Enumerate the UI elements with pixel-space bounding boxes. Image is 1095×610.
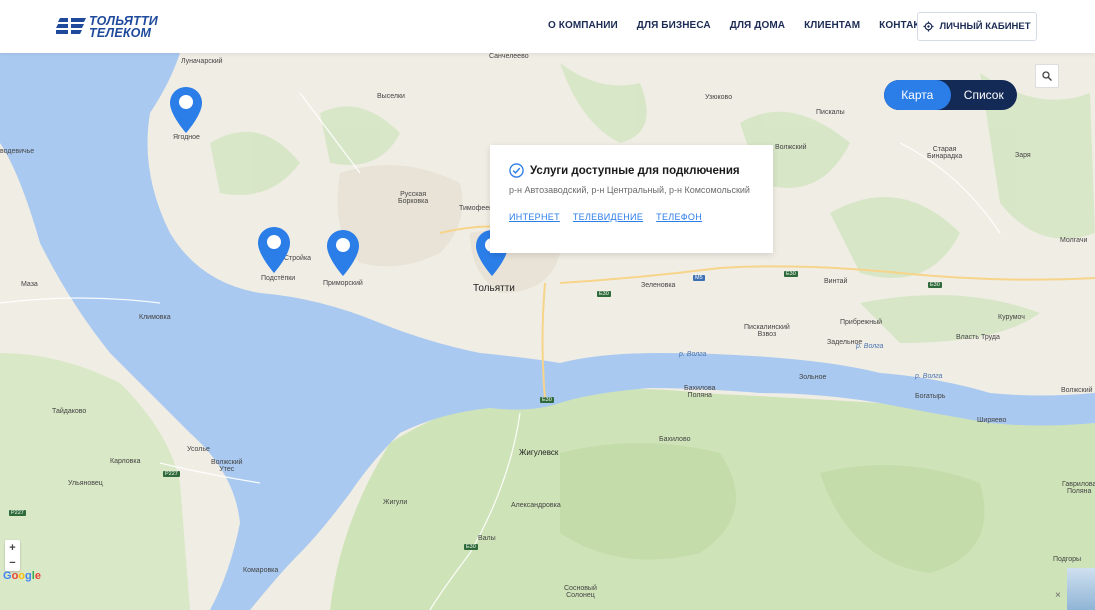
place-label: Пискалы <box>816 109 845 116</box>
place-label: Подгоры <box>1053 556 1082 563</box>
road-shield: E30 <box>464 544 478 550</box>
place-label: Сосновый Солонец <box>564 585 597 599</box>
river-label: р. Волга <box>679 351 707 358</box>
place-label: Карловка <box>110 458 141 465</box>
city-label: Тольятти <box>473 283 515 294</box>
nav-business[interactable]: ДЛЯ БИЗНЕСА <box>637 20 711 31</box>
logo-text: ТОЛЬЯТТИ ТЕЛЕКОМ <box>89 15 158 40</box>
logo-icon <box>54 16 86 38</box>
services-popup: Услуги доступные для подключения р-н Авт… <box>490 145 773 253</box>
road-shield: E30 <box>784 271 798 277</box>
logo[interactable]: ТОЛЬЯТТИ ТЕЛЕКОМ <box>54 14 158 40</box>
popup-districts: р-н Автозаводский, р-н Центральный, р-н … <box>509 185 750 195</box>
nav-clients[interactable]: КЛИЕНТАМ <box>804 20 860 31</box>
place-label: Курумоч <box>998 314 1025 321</box>
popup-links: ИНТЕРНЕТ ТЕЛЕВИДЕНИЕ ТЕЛЕФОН <box>509 212 754 222</box>
city-label: Жигулевск <box>519 448 559 457</box>
logo-line-2: ТЕЛЕКОМ <box>89 26 152 40</box>
road-shield: P227 <box>9 510 26 516</box>
road-shield: P227 <box>163 471 180 477</box>
nav-about[interactable]: О КОМПАНИИ <box>548 20 618 31</box>
popup-title: Услуги доступные для подключения <box>509 163 754 178</box>
map[interactable]: Луначарский Санчелеево Ягодное Выселки У… <box>0 53 1095 610</box>
place-label: Бахилово <box>659 436 691 443</box>
road-shield: E30 <box>928 282 942 288</box>
place-label: Валы <box>478 535 496 542</box>
place-label: Комаровка <box>243 567 279 574</box>
search-icon <box>1042 71 1052 81</box>
place-label: Старая Бинарадка <box>927 146 963 160</box>
road-shield: E30 <box>540 397 554 403</box>
road-shield: E30 <box>597 291 611 297</box>
personal-cabinet-button[interactable]: ЛИЧНЫЙ КАБИНЕТ <box>917 12 1037 41</box>
google-logo: Google <box>3 570 41 582</box>
close-icon[interactable]: × <box>1055 590 1061 601</box>
street-view-thumbnail[interactable] <box>1067 568 1095 610</box>
road-shield: М5 <box>693 275 705 281</box>
place-label: Усолье <box>187 446 210 453</box>
check-circle-icon <box>509 163 524 178</box>
place-label: Молгачи <box>1060 237 1088 244</box>
place-label: Ягодное <box>173 134 200 141</box>
cabinet-label: ЛИЧНЫЙ КАБИНЕТ <box>939 21 1031 32</box>
nav-home[interactable]: ДЛЯ ДОМА <box>730 20 785 31</box>
place-label: Санчелеево <box>489 53 529 60</box>
river-label: р. Волга <box>856 343 884 350</box>
place-label: Заря <box>1015 152 1031 159</box>
site-header: ТОЛЬЯТТИ ТЕЛЕКОМ О КОМПАНИИ ДЛЯ БИЗНЕСА … <box>0 0 1095 53</box>
place-label: Маза <box>21 281 38 288</box>
map-base <box>0 53 1095 610</box>
place-label: Луначарский <box>181 58 223 65</box>
main-nav: О КОМПАНИИ ДЛЯ БИЗНЕСА ДЛЯ ДОМА КЛИЕНТАМ… <box>548 20 955 31</box>
place-label: Пискалинский Взвоз <box>744 324 790 338</box>
gear-icon <box>923 21 934 32</box>
place-label: Александровка <box>511 502 561 509</box>
place-label: Ширяево <box>977 417 1007 424</box>
place-label: Ульяновец <box>68 480 103 487</box>
map-pin-icon[interactable] <box>327 230 359 276</box>
place-label: Винтай <box>824 278 848 285</box>
place-label: Русская Борковка <box>398 191 429 205</box>
link-internet[interactable]: ИНТЕРНЕТ <box>509 212 560 222</box>
view-toggle: Карта Список <box>884 80 1017 110</box>
zoom-controls: + − <box>5 540 20 571</box>
place-label: Подстёпки <box>261 275 296 282</box>
place-label: Узюково <box>705 94 733 101</box>
place-label: Зольное <box>799 374 827 381</box>
toggle-list[interactable]: Список <box>951 80 1018 110</box>
place-label: водевичье <box>0 148 35 155</box>
place-label: Зеленовка <box>641 282 676 289</box>
place-label: Власть Труда <box>956 334 1000 341</box>
popup-title-text: Услуги доступные для подключения <box>530 164 740 177</box>
zoom-in-button[interactable]: + <box>5 540 20 555</box>
link-phone[interactable]: ТЕЛЕФОН <box>656 212 702 222</box>
place-label: Жигули <box>383 499 408 506</box>
map-search-button[interactable] <box>1035 64 1059 88</box>
place-label: Богатырь <box>915 393 946 400</box>
place-label: Климовка <box>139 314 171 321</box>
place-label: Гаврилова Поляна <box>1062 481 1095 495</box>
link-tv[interactable]: ТЕЛЕВИДЕНИЕ <box>573 212 643 222</box>
toggle-map[interactable]: Карта <box>884 80 951 110</box>
place-label: Волжский <box>1061 387 1093 394</box>
map-pin-icon[interactable] <box>258 227 290 273</box>
place-label: Бахилова Поляна <box>684 385 716 399</box>
river-label: р. Волга <box>915 373 943 380</box>
place-label: Приморский <box>323 280 363 287</box>
place-label: Прибрежный <box>840 319 883 326</box>
place-label: Волжский <box>775 144 807 151</box>
zoom-out-button[interactable]: − <box>5 555 20 570</box>
place-label: Выселки <box>377 93 405 100</box>
place-label: Тайдаково <box>52 408 87 415</box>
place-label: Волжский Утес <box>211 459 243 473</box>
map-pin-icon[interactable] <box>170 87 202 133</box>
